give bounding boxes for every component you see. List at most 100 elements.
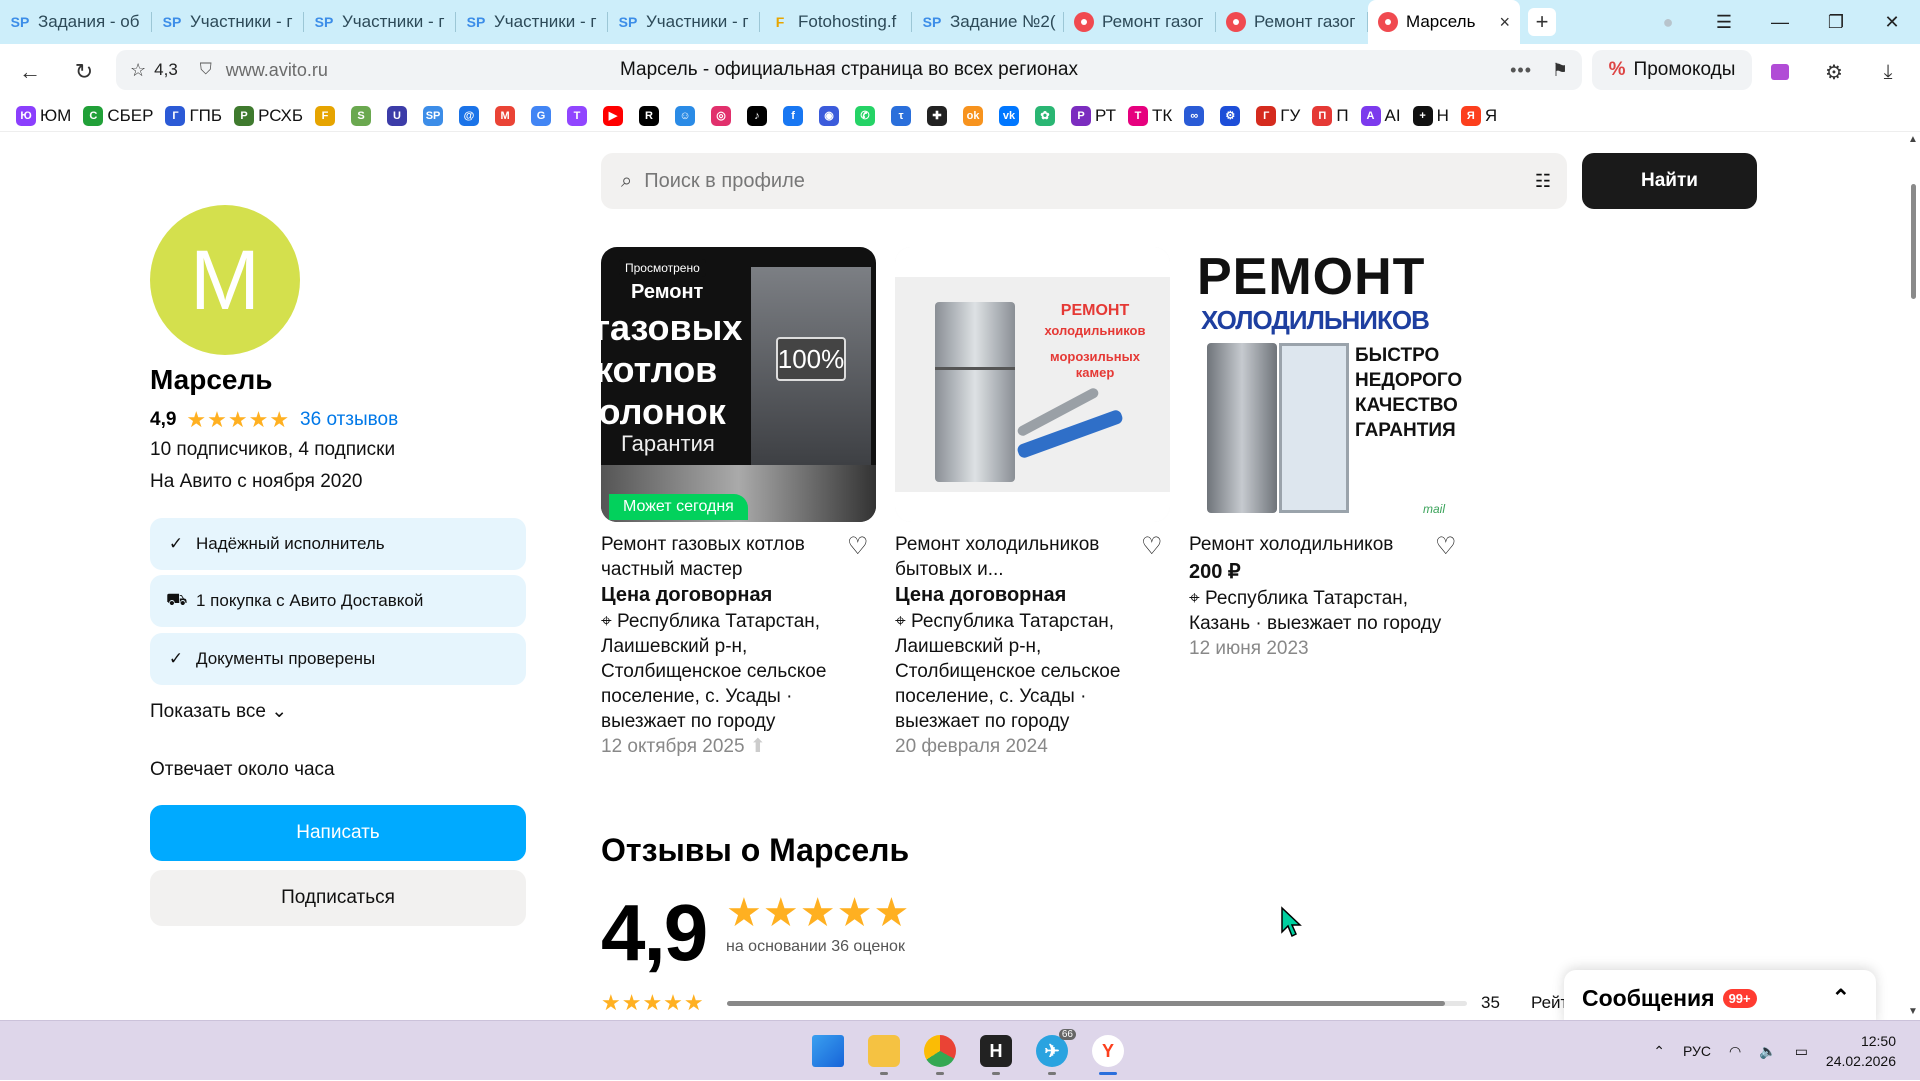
- bookmark-item[interactable]: С СБЕР: [83, 105, 153, 126]
- listing-image[interactable]: РЕМОНТ ХОЛОДИЛЬНИКОВ БЫСТРО НЕДОРОГО КАЧ…: [1189, 247, 1464, 522]
- bookmark-item[interactable]: ✚: [927, 105, 951, 126]
- bookmark-item[interactable]: Г ГУ: [1256, 105, 1300, 126]
- bookmark-item[interactable]: ЯЯ: [1460, 105, 1497, 126]
- avatar[interactable]: М: [150, 205, 300, 355]
- bookmark-item[interactable]: ♪: [747, 105, 771, 126]
- wifi-icon[interactable]: ◠: [1729, 1043, 1741, 1060]
- listing-title[interactable]: Ремонт холодильников бытовых и...: [895, 532, 1125, 582]
- bookmark-item[interactable]: @: [459, 105, 483, 126]
- listing-card[interactable]: РЕМОНТ ХОЛОДИЛЬНИКОВ БЫСТРО НЕДОРОГО КАЧ…: [1189, 247, 1464, 659]
- scroll-up-icon[interactable]: ▲: [1908, 134, 1918, 145]
- listing-card[interactable]: 100% Просмотрено Ремонт газовых котлов к…: [601, 247, 876, 757]
- bookmark-icon[interactable]: ⚑: [1552, 60, 1568, 81]
- bookmark-item[interactable]: + Н: [1412, 105, 1449, 126]
- language-indicator[interactable]: РУС: [1683, 1043, 1711, 1059]
- back-icon[interactable]: ←: [10, 52, 50, 92]
- browser-tab[interactable]: Ремонт газог: [1064, 0, 1216, 44]
- telegram-icon[interactable]: ✈ 66: [1024, 1027, 1080, 1075]
- bookmark-item[interactable]: ∞: [1184, 105, 1208, 126]
- bookmark-item[interactable]: SP: [423, 105, 447, 126]
- listing-image[interactable]: 100% Просмотрено Ремонт газовых котлов к…: [601, 247, 876, 522]
- bookmark-item[interactable]: A AI: [1360, 105, 1401, 126]
- bookmark-item[interactable]: ✿: [1035, 105, 1059, 126]
- minimize-icon[interactable]: —: [1752, 12, 1808, 33]
- browser-tab[interactable]: SP Задания - об: [0, 0, 152, 44]
- browser-tab[interactable]: Марсель ×: [1368, 0, 1520, 44]
- bookmark-item[interactable]: Г ГПБ: [165, 105, 222, 126]
- bookmark-item[interactable]: ✆: [855, 105, 879, 126]
- bookmark-item[interactable]: ok: [963, 105, 987, 126]
- more-icon[interactable]: •••: [1510, 60, 1532, 81]
- bookmark-item[interactable]: Р РСХБ: [234, 105, 303, 126]
- bookmark-item[interactable]: R: [639, 105, 663, 126]
- bookmark-item[interactable]: Р РТ: [1071, 105, 1116, 126]
- browser-tab[interactable]: SP Участники - г: [608, 0, 760, 44]
- h-app-icon[interactable]: H: [968, 1027, 1024, 1075]
- chevron-up-icon[interactable]: ⌃: [1653, 1043, 1665, 1060]
- browser-tab[interactable]: Ремонт газог: [1216, 0, 1368, 44]
- location-text: Республика Татарстан, Лаишевский р-н, Ст…: [895, 611, 1121, 732]
- bookmark-item[interactable]: U: [387, 105, 411, 126]
- browser-tab[interactable]: SP Участники - г: [152, 0, 304, 44]
- download-icon[interactable]: ⤓: [1868, 52, 1908, 92]
- bookmark-item[interactable]: G: [531, 105, 555, 126]
- reload-icon[interactable]: ↻: [64, 52, 104, 92]
- write-button[interactable]: Написать: [150, 805, 526, 861]
- heart-icon[interactable]: ♡: [1435, 532, 1457, 561]
- listing-image[interactable]: РЕМОНТ холодильников морозильных камер: [895, 247, 1170, 522]
- browser-tab[interactable]: SP Участники - г: [304, 0, 456, 44]
- scroll-down-icon[interactable]: ▼: [1908, 1006, 1918, 1017]
- heart-icon[interactable]: ♡: [1141, 532, 1163, 561]
- browser-tab[interactable]: SP Задание №2(: [912, 0, 1064, 44]
- restore-icon[interactable]: ❐: [1808, 12, 1864, 33]
- bookmark-item[interactable]: Т ТК: [1128, 105, 1172, 126]
- scrollbar[interactable]: ▲ ▼: [1906, 132, 1920, 1020]
- search-input[interactable]: [644, 169, 1495, 193]
- messages-widget[interactable]: Сообщения 99+ ⌃: [1564, 970, 1876, 1020]
- browser-tab[interactable]: SP Участники - г: [456, 0, 608, 44]
- yandex-browser-icon[interactable]: Y: [1080, 1027, 1136, 1075]
- bookmark-item[interactable]: ПП: [1312, 105, 1349, 126]
- listing-title[interactable]: Ремонт газовых котлов частный мастер: [601, 532, 831, 582]
- menu-icon[interactable]: ☰: [1696, 12, 1752, 33]
- file-explorer-icon[interactable]: [856, 1027, 912, 1075]
- reviews-link[interactable]: 36 отзывов: [300, 409, 398, 431]
- find-button[interactable]: Найти: [1582, 153, 1757, 209]
- bookmark-item[interactable]: T: [567, 105, 591, 126]
- bookmark-item[interactable]: F: [315, 105, 339, 126]
- browser-tab[interactable]: F Fotohosting.f: [760, 0, 912, 44]
- extensions-icon[interactable]: ⚙: [1814, 52, 1854, 92]
- bookmark-item[interactable]: ◉: [819, 105, 843, 126]
- gallery-icon[interactable]: [1760, 52, 1800, 92]
- url-text[interactable]: www.avito.ru: [226, 60, 328, 81]
- scroll-thumb[interactable]: [1911, 184, 1916, 299]
- close-window-icon[interactable]: ✕: [1864, 12, 1920, 33]
- close-tab-icon[interactable]: ×: [1499, 12, 1510, 33]
- bookmark-item[interactable]: S: [351, 105, 375, 126]
- bookmark-item[interactable]: M: [495, 105, 519, 126]
- chrome-icon[interactable]: [912, 1027, 968, 1075]
- omnibox[interactable]: ☆ 4,3 ⛉ www.avito.ru Марсель - официальн…: [116, 50, 1582, 90]
- bookmark-item[interactable]: Ю ЮМ: [16, 105, 71, 126]
- show-all-button[interactable]: Показать все ⌄: [150, 700, 287, 723]
- start-icon[interactable]: [800, 1027, 856, 1075]
- bookmark-item[interactable]: τ: [891, 105, 915, 126]
- profile-icon[interactable]: ●: [1640, 12, 1696, 33]
- filter-icon[interactable]: ☷: [1535, 171, 1551, 192]
- volume-icon[interactable]: 🔈: [1759, 1043, 1776, 1060]
- new-tab-button[interactable]: +: [1528, 8, 1556, 36]
- clock[interactable]: 12:50 24.02.2026: [1826, 1031, 1896, 1071]
- subscribe-button[interactable]: Подписаться: [150, 870, 526, 926]
- listing-card[interactable]: РЕМОНТ холодильников морозильных камер Р…: [895, 247, 1170, 757]
- promo-button[interactable]: % Промокоды: [1592, 50, 1752, 90]
- chevron-up-icon[interactable]: ⌃: [1832, 985, 1850, 1011]
- battery-icon[interactable]: ▭: [1795, 1043, 1808, 1060]
- heart-icon[interactable]: ♡: [847, 532, 869, 561]
- bookmark-item[interactable]: vk: [999, 105, 1023, 126]
- listing-title[interactable]: Ремонт холодильников: [1189, 532, 1419, 557]
- bookmark-item[interactable]: ⚙: [1220, 105, 1244, 126]
- bookmark-item[interactable]: ☺: [675, 105, 699, 126]
- bookmark-item[interactable]: f: [783, 105, 807, 126]
- bookmark-item[interactable]: ◎: [711, 105, 735, 126]
- bookmark-item[interactable]: ▶: [603, 105, 627, 126]
